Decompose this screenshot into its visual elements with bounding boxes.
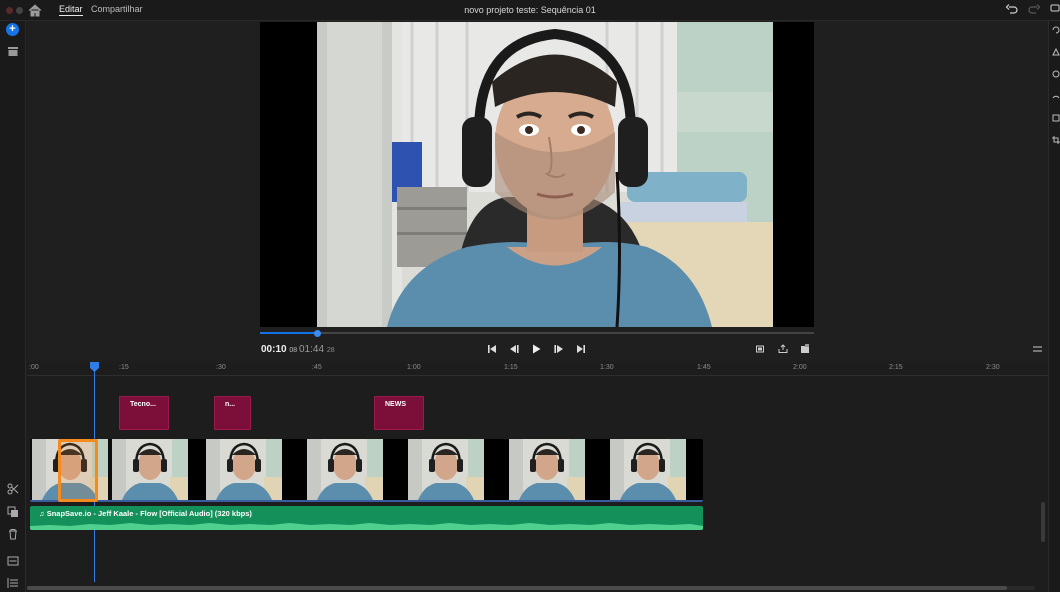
vertical-scrollbar[interactable] <box>1041 502 1045 542</box>
total-timecode: 01:44 28 <box>299 344 335 355</box>
current-timecode: 00:10 08 <box>261 344 297 355</box>
fit-view-icon[interactable] <box>754 343 766 355</box>
trash-icon[interactable] <box>6 527 20 541</box>
redo-icon[interactable] <box>1027 3 1041 17</box>
scrub-handle[interactable] <box>313 330 321 337</box>
audio-waveform <box>30 523 703 530</box>
ruler-label: 1:30 <box>600 364 614 371</box>
ruler-label: 2:00 <box>793 364 807 371</box>
crop-icon[interactable] <box>1051 135 1060 145</box>
title-clip[interactable]: Tecno... <box>119 396 169 430</box>
video-track[interactable] <box>30 439 703 502</box>
scrub-bar[interactable] <box>260 332 814 334</box>
panel-menu-icon[interactable] <box>1033 346 1042 352</box>
audio-clip-label: ♫ SnapSave.io - Jeff Kaale - Flow [Offic… <box>39 509 252 518</box>
split-scissors-icon[interactable] <box>6 482 20 496</box>
comments-icon[interactable] <box>1050 4 1060 14</box>
ruler-label: 2:15 <box>889 364 903 371</box>
triangle-tool-icon[interactable] <box>1051 47 1060 57</box>
color-icon[interactable] <box>1051 69 1060 79</box>
total-time: 01:44 <box>299 344 325 355</box>
horizontal-scroll-thumb[interactable] <box>27 586 1007 590</box>
scrub-progress <box>260 332 318 334</box>
audio-clip[interactable]: ♫ SnapSave.io - Jeff Kaale - Flow [Offic… <box>30 506 703 530</box>
title-clip[interactable]: NEWS <box>374 396 424 430</box>
refresh-icon[interactable] <box>1051 25 1060 35</box>
audio-clip-name: SnapSave.io - Jeff Kaale - Flow [Officia… <box>46 509 252 518</box>
step-back-icon[interactable] <box>508 343 520 355</box>
project-title: novo projeto teste: Sequência 01 <box>464 5 596 15</box>
ruler-label: 1:45 <box>697 364 711 371</box>
media-bin-icon[interactable] <box>6 44 20 58</box>
play-icon[interactable] <box>530 343 542 355</box>
video-frame-image <box>317 22 773 327</box>
ruler-label: 1:15 <box>504 364 518 371</box>
add-media-button[interactable]: + <box>6 23 19 36</box>
export-frame-icon[interactable] <box>777 343 789 355</box>
selected-video-clip[interactable] <box>58 439 98 502</box>
duplicate-icon[interactable] <box>6 505 20 519</box>
step-forward-icon[interactable] <box>553 343 565 355</box>
captions-icon[interactable] <box>6 554 20 568</box>
grid-icon[interactable] <box>1051 113 1060 123</box>
title-clip[interactable]: n... <box>214 396 251 430</box>
ruler-label: :30 <box>216 364 226 371</box>
ruler-label: 2:30 <box>986 364 1000 371</box>
fullscreen-icon[interactable] <box>799 343 811 355</box>
track-list-icon[interactable] <box>6 576 20 590</box>
total-frames: 28 <box>326 347 335 354</box>
left-toolbar: + <box>0 21 26 592</box>
video-preview[interactable] <box>260 22 814 327</box>
video-thumbnails <box>30 439 703 500</box>
ruler-label: :45 <box>312 364 322 371</box>
time-ruler[interactable]: :00 :15 :30 :45 1:00 1:15 1:30 1:45 2:00… <box>27 362 1048 376</box>
playback-controls: 00:10 08 01:44 28 <box>27 327 1048 362</box>
ruler-label: :00 <box>29 364 39 371</box>
horizontal-scrollbar[interactable] <box>27 586 1035 590</box>
undo-icon[interactable] <box>1005 3 1019 17</box>
speed-icon[interactable] <box>1051 91 1060 101</box>
app-window: Editar Compartilhar novo projeto teste: … <box>0 0 1060 592</box>
timeline-panel[interactable]: :00 :15 :30 :45 1:00 1:15 1:30 1:45 2:00… <box>27 362 1048 592</box>
current-time: 00:10 <box>261 344 287 355</box>
current-frames: 08 <box>289 347 298 354</box>
go-to-end-icon[interactable] <box>575 343 587 355</box>
program-monitor <box>27 21 1048 327</box>
go-to-start-icon[interactable] <box>486 343 498 355</box>
top-bar: Editar Compartilhar novo projeto teste: … <box>0 0 1060 21</box>
ruler-label: 1:00 <box>407 364 421 371</box>
ruler-label: :15 <box>119 364 129 371</box>
right-panel-strip <box>1048 21 1060 592</box>
